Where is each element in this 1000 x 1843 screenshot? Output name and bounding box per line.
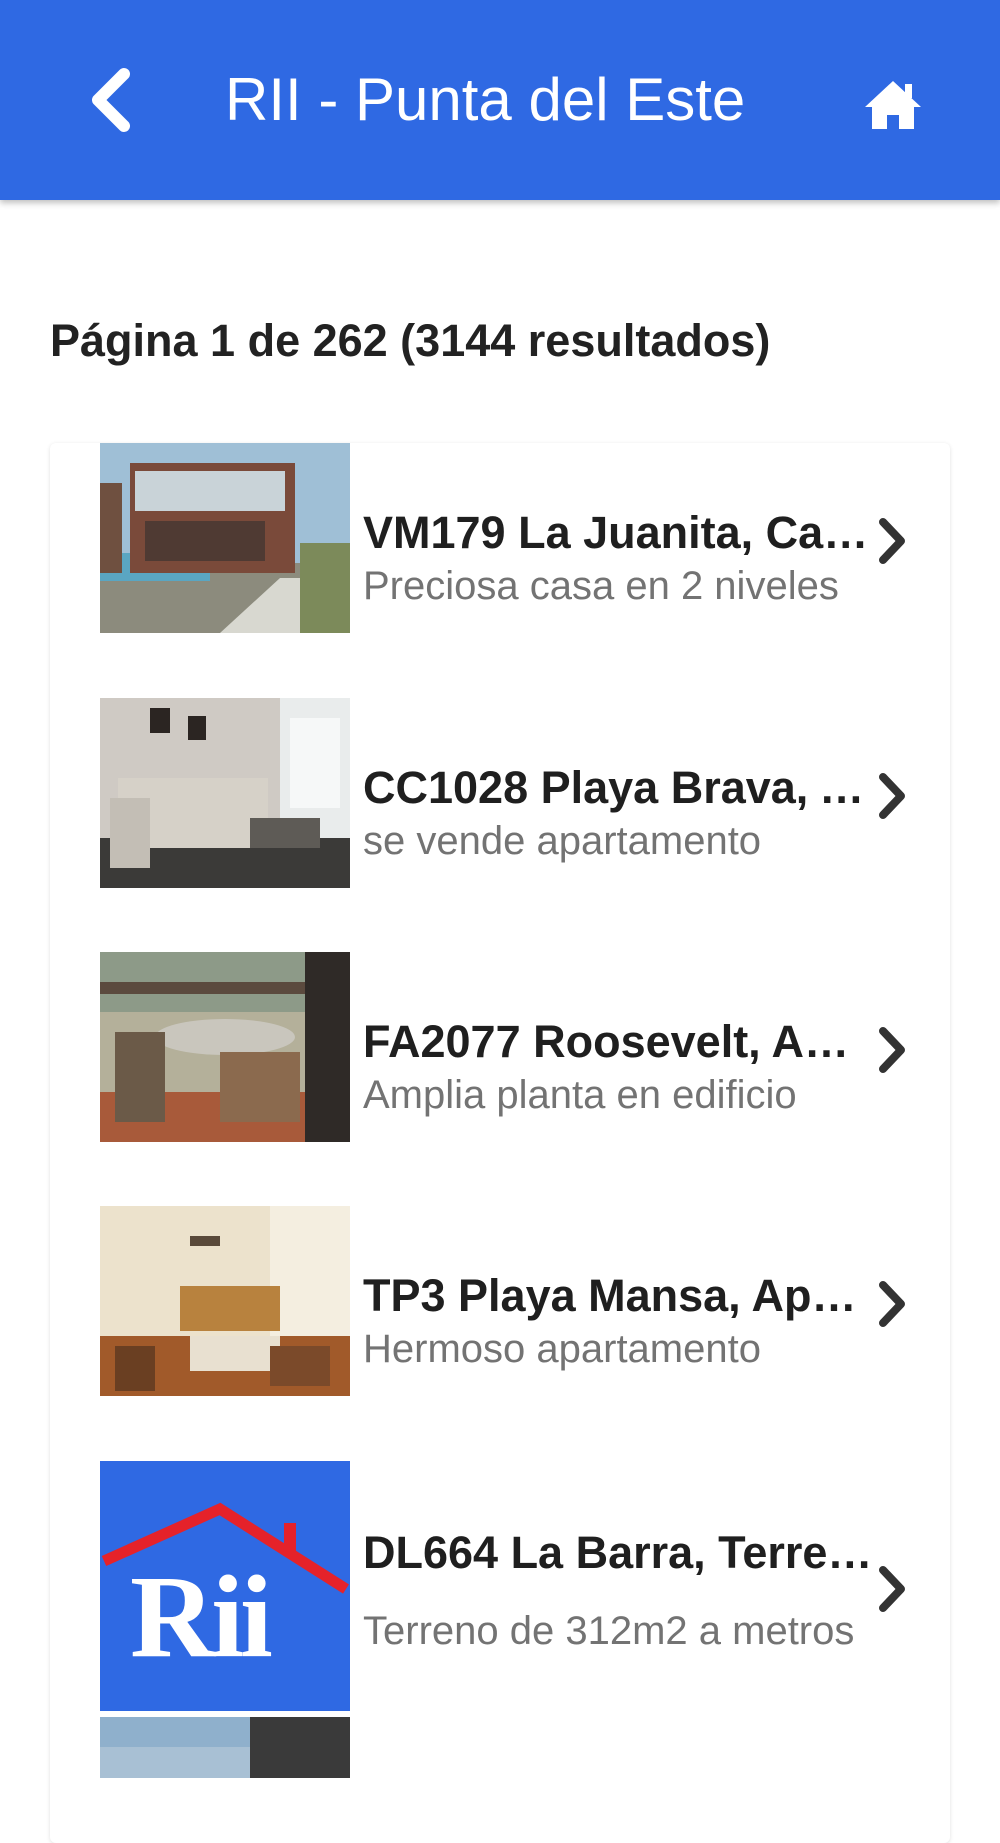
property-thumbnail <box>100 952 350 1142</box>
property-thumbnail <box>100 698 350 888</box>
item-title: TP3 Playa Mansa, Apartamento <box>363 1270 873 1321</box>
chevron-right-icon <box>862 1559 922 1619</box>
home-button[interactable] <box>848 60 938 150</box>
list-item[interactable]: FA2077 Roosevelt, Apartamento Amplia pla… <box>50 952 950 1142</box>
chevron-right-icon <box>862 511 922 571</box>
item-description: Amplia planta en edificio <box>363 1073 797 1117</box>
page-title: RII - Punta del Este <box>225 66 746 133</box>
property-thumbnail <box>100 443 350 633</box>
item-description: Hermoso apartamento <box>363 1327 761 1371</box>
app-bar: RII - Punta del Este <box>0 0 1000 200</box>
item-description: se vende apartamento <box>363 819 762 863</box>
item-description: Preciosa casa en 2 niveles <box>363 564 839 608</box>
list-item[interactable]: CC1028 Playa Brava, Apartamento se vende… <box>50 698 950 888</box>
chevron-right-icon <box>862 1020 922 1080</box>
property-thumbnail <box>100 1206 350 1396</box>
list-item[interactable]: TP3 Playa Mansa, Apartamento Hermoso apa… <box>50 1206 950 1396</box>
item-title: VM179 La Juanita, Casa <box>363 507 873 558</box>
home-icon <box>865 81 921 129</box>
item-description: Terreno de 312m2 a metros <box>363 1609 855 1653</box>
list-item[interactable] <box>50 1717 950 1778</box>
item-title: DL664 La Barra, Terreno <box>363 1527 873 1578</box>
chevron-right-icon <box>862 1274 922 1334</box>
item-title: FA2077 Roosevelt, Apartamento <box>363 1016 873 1067</box>
back-button[interactable] <box>70 55 150 145</box>
property-thumbnail <box>100 1717 350 1778</box>
rii-logo-text: Rii <box>130 1551 273 1682</box>
list-item[interactable]: VM179 La Juanita, Casa Preciosa casa en … <box>50 443 950 633</box>
pagination-info: Página 1 de 262 (3144 resultados) <box>50 315 771 366</box>
item-title: CC1028 Playa Brava, Apartamento <box>363 762 873 813</box>
chevron-right-icon <box>862 766 922 826</box>
rii-logo: Rii <box>100 1461 350 1711</box>
chevron-left-icon <box>92 68 130 132</box>
list-item[interactable]: Rii DL664 La Barra, Terreno Terreno de 3… <box>50 1461 950 1711</box>
